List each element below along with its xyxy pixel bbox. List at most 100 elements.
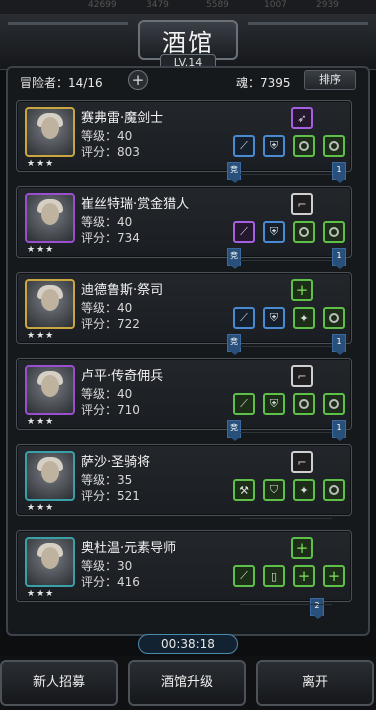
page-title: 酒馆 bbox=[162, 28, 214, 57]
upgrade-tavern-button[interactable]: 酒馆升级 bbox=[128, 660, 246, 706]
arena-ribbon: 竞 bbox=[227, 248, 241, 269]
soul-count: 魂：7395 bbox=[236, 76, 291, 90]
header-ornament bbox=[8, 22, 128, 25]
equip-slot[interactable]: ⛨ bbox=[263, 307, 285, 329]
star-rating: ★★★ bbox=[27, 417, 55, 427]
adventurer-name: 迪德鲁斯·祭司 bbox=[81, 283, 164, 298]
sort-button[interactable]: 排序 bbox=[304, 70, 356, 90]
adventurer-portrait[interactable] bbox=[25, 193, 75, 243]
adventurer-level: 等级：40 bbox=[81, 387, 133, 401]
equip-slot[interactable] bbox=[323, 479, 345, 501]
blade-icon: ⟋ bbox=[240, 397, 248, 410]
equip-slot[interactable] bbox=[293, 221, 315, 243]
equip-slot[interactable]: ⟋ bbox=[233, 221, 255, 243]
equip-slot-top[interactable]: ⌐ bbox=[291, 451, 313, 473]
resource-value: 2939 bbox=[316, 0, 339, 10]
resource-value: 5589 bbox=[206, 0, 229, 10]
star-rating: ★★★ bbox=[27, 245, 55, 255]
robe-icon: ▯ bbox=[270, 569, 278, 583]
adventurer-level: 等级：40 bbox=[81, 129, 133, 143]
divider bbox=[240, 518, 332, 519]
equip-slot-top[interactable]: ➶ bbox=[291, 107, 313, 129]
rank-ribbon: 1 bbox=[332, 334, 346, 355]
adventurer-card[interactable]: ★★★ 萨沙·圣骑将 等级：35 评分：521 ⌐ ⚒ ⛉ ✦ bbox=[16, 444, 352, 516]
adventurer-level: 等级：35 bbox=[81, 473, 133, 487]
rank-ribbon: 2 bbox=[310, 598, 324, 619]
boot-icon: ⌐ bbox=[297, 369, 307, 383]
recruit-button[interactable]: 新人招募 bbox=[0, 660, 118, 706]
boot-icon: ⌐ bbox=[297, 197, 307, 211]
adventurer-score: 评分：710 bbox=[81, 403, 140, 417]
rank-ribbon: 1 bbox=[332, 420, 346, 441]
adventurer-name: 萨沙·圣骑将 bbox=[81, 455, 151, 470]
equip-slot[interactable]: ⛨ bbox=[263, 393, 285, 415]
equip-slot[interactable]: ⚒ bbox=[233, 479, 255, 501]
equip-slot[interactable]: + bbox=[323, 565, 345, 587]
resource-value: 42699 bbox=[88, 0, 117, 10]
equip-slot[interactable]: ⟋ bbox=[233, 393, 255, 415]
armor-icon: ⛨ bbox=[269, 397, 279, 410]
divider bbox=[240, 174, 332, 175]
equip-slot[interactable]: ⟋ bbox=[233, 135, 255, 157]
adventurer-card[interactable]: ★★★ 奥杜温·元素导师 等级：30 评分：416 + ⟋ ▯ + + bbox=[16, 530, 352, 602]
ring-icon bbox=[325, 309, 343, 327]
ring-icon bbox=[295, 137, 313, 155]
equip-slot[interactable]: ⛨ bbox=[263, 221, 285, 243]
timer: 00:38:18 bbox=[138, 634, 238, 654]
adventurer-portrait[interactable] bbox=[25, 279, 75, 329]
star-rating: ★★★ bbox=[27, 589, 55, 599]
equip-slot-top[interactable]: ⌐ bbox=[291, 365, 313, 387]
adventurer-name: 崔丝特瑞·赏金猎人 bbox=[81, 197, 190, 212]
adventurer-card[interactable]: ★★★ 卢平·传奇佣兵 等级：40 评分：710 ⌐ ⟋ ⛨ bbox=[16, 358, 352, 430]
header-ornament bbox=[248, 22, 368, 25]
blade-icon: ⟋ bbox=[240, 225, 248, 238]
equip-slot[interactable] bbox=[323, 221, 345, 243]
equip-slot-top[interactable]: + bbox=[291, 537, 313, 559]
star-rating: ★★★ bbox=[27, 331, 55, 341]
add-slot-button[interactable]: + bbox=[128, 70, 148, 90]
equip-slot[interactable]: ✦ bbox=[293, 479, 315, 501]
adventurer-card[interactable]: ★★★ 赛弗雷·魔剑士 等级：40 评分：803 ➶ ⟋ ⛨ bbox=[16, 100, 352, 172]
resource-value: 3479 bbox=[146, 0, 169, 10]
star-rating: ★★★ bbox=[27, 503, 55, 513]
equip-slot[interactable]: ✦ bbox=[293, 307, 315, 329]
face bbox=[41, 117, 59, 139]
plus-icon: + bbox=[295, 539, 309, 557]
bottom-bar: 新人招募 酒馆升级 离开 bbox=[0, 656, 376, 710]
equip-slot[interactable]: ⟋ bbox=[233, 307, 255, 329]
adventurer-portrait[interactable] bbox=[25, 537, 75, 587]
adventurer-portrait[interactable] bbox=[25, 365, 75, 415]
feather-icon: ➶ bbox=[297, 111, 307, 125]
equip-slot[interactable] bbox=[293, 393, 315, 415]
plus-icon: + bbox=[327, 567, 341, 585]
equip-slot[interactable]: + bbox=[293, 565, 315, 587]
gem-icon: ✦ bbox=[299, 483, 309, 497]
equip-slot[interactable]: ⛉ bbox=[263, 479, 285, 501]
adventurer-portrait[interactable] bbox=[25, 451, 75, 501]
equip-slot[interactable]: ⟋ bbox=[233, 565, 255, 587]
equip-slot[interactable]: ▯ bbox=[263, 565, 285, 587]
divider bbox=[240, 432, 332, 433]
leave-button[interactable]: 离开 bbox=[256, 660, 374, 706]
staff-icon: ⟋ bbox=[240, 311, 248, 324]
equip-slot[interactable] bbox=[323, 307, 345, 329]
equip-slot[interactable] bbox=[293, 135, 315, 157]
equip-slot-top[interactable]: + bbox=[291, 279, 313, 301]
divider bbox=[240, 260, 332, 261]
axe-icon: ⚒ bbox=[239, 483, 249, 497]
adventurer-level: 等级：40 bbox=[81, 301, 133, 315]
adventurer-card[interactable]: ★★★ 迪德鲁斯·祭司 等级：40 评分：722 + ⟋ ⛨ ✦ bbox=[16, 272, 352, 344]
equip-slot[interactable] bbox=[323, 135, 345, 157]
adventurer-name: 奥杜温·元素导师 bbox=[81, 541, 177, 556]
divider bbox=[240, 604, 332, 605]
plus-icon: + bbox=[295, 281, 309, 299]
face bbox=[41, 461, 59, 483]
adventurer-score: 评分：734 bbox=[81, 231, 140, 245]
adventurer-count: 冒险者：14/16 bbox=[20, 76, 103, 90]
equip-slot[interactable] bbox=[323, 393, 345, 415]
adventurer-portrait[interactable] bbox=[25, 107, 75, 157]
rank-ribbon: 1 bbox=[332, 162, 346, 183]
equip-slot-top[interactable]: ⌐ bbox=[291, 193, 313, 215]
equip-slot[interactable]: ⛨ bbox=[263, 135, 285, 157]
adventurer-card[interactable]: ★★★ 崔丝特瑞·赏金猎人 等级：40 评分：734 ⌐ ⟋ ⛨ bbox=[16, 186, 352, 258]
